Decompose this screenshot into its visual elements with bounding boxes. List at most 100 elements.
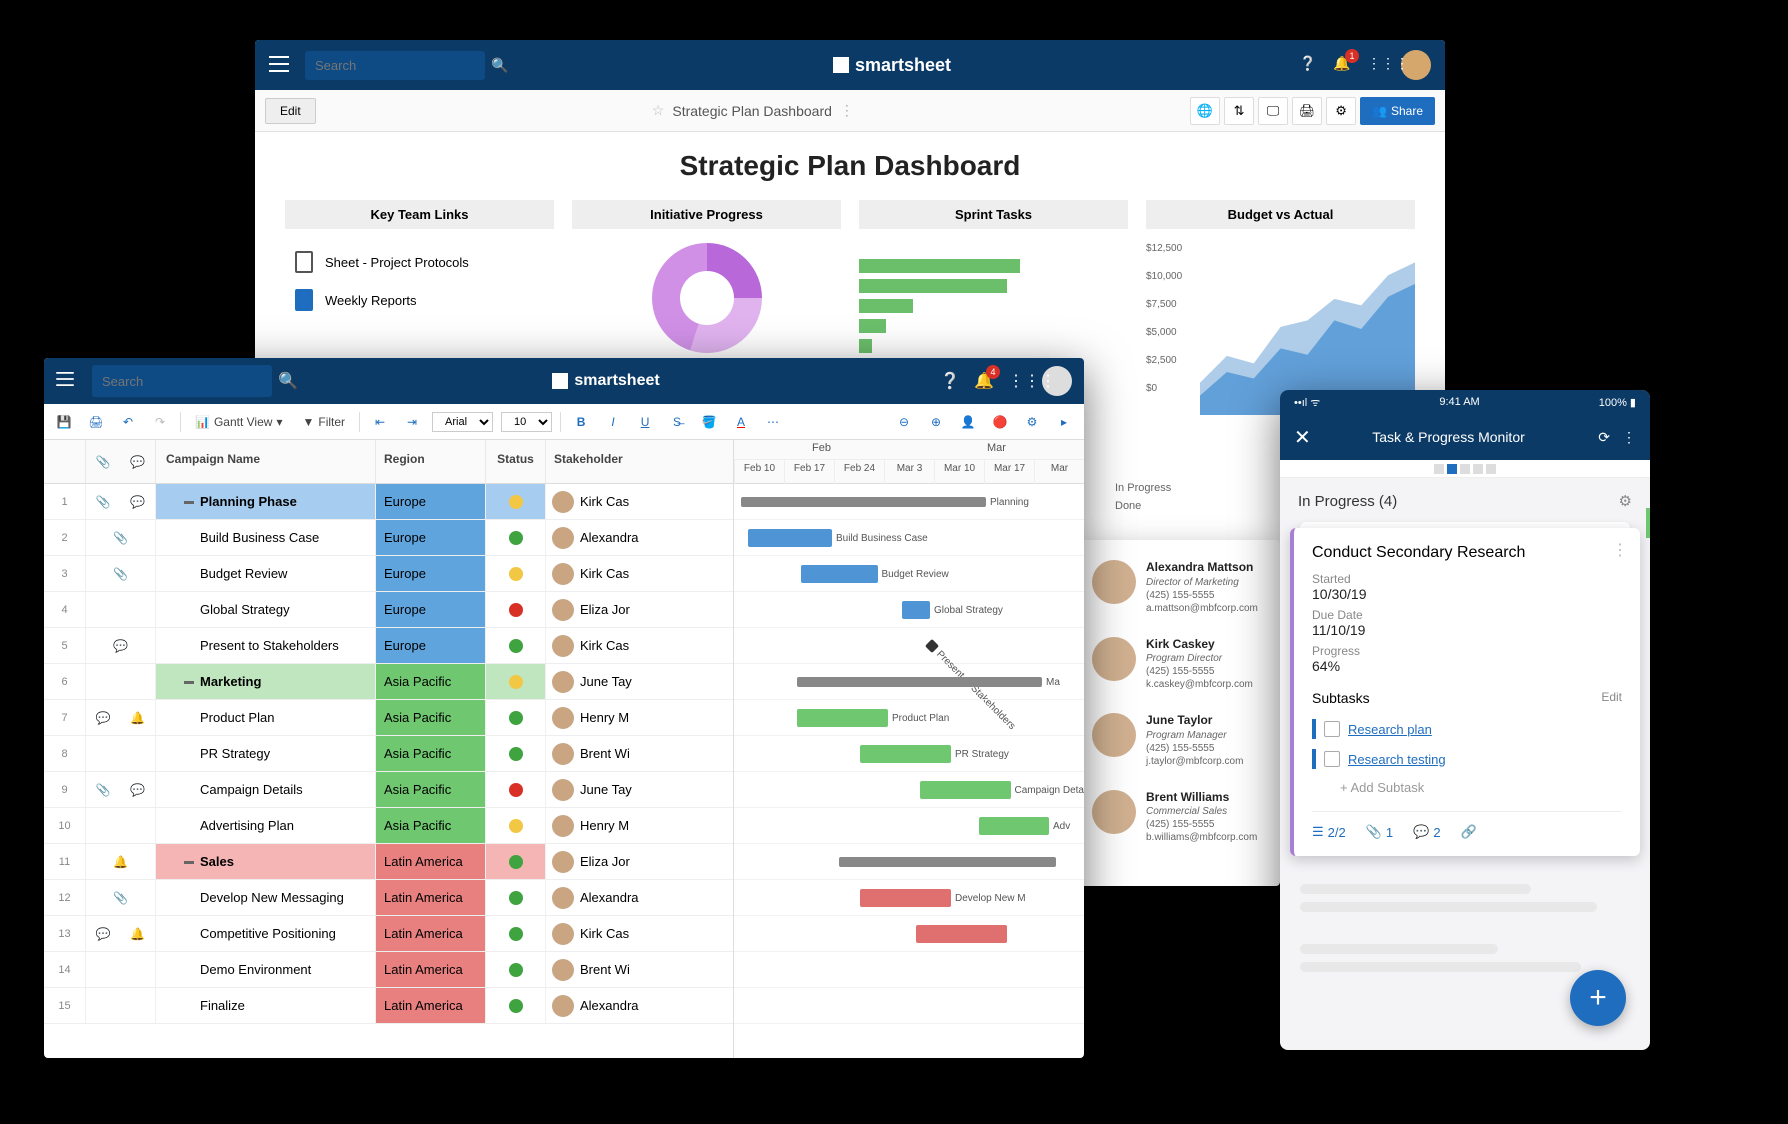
subtask-row[interactable]: Research plan [1312, 714, 1622, 744]
cell-status[interactable] [486, 556, 546, 591]
column-campaign-name[interactable]: Campaign Name [156, 440, 376, 483]
gantt-bar[interactable]: Planning [741, 497, 986, 507]
gantt-row[interactable]: Product Plan [734, 700, 1084, 736]
cell-status[interactable] [486, 592, 546, 627]
cell-status[interactable] [486, 880, 546, 915]
chat-icon[interactable]: 💬 [113, 639, 128, 653]
comment-column-icon[interactable]: 💬 [130, 455, 145, 469]
collapse-icon[interactable]: ▬ [184, 496, 194, 507]
gantt-row[interactable]: Ma [734, 664, 1084, 700]
cell-status[interactable] [486, 772, 546, 807]
fill-color-icon[interactable]: 🪣 [697, 410, 721, 434]
cell-region[interactable]: Latin America [376, 880, 486, 915]
search-input[interactable] [315, 58, 491, 73]
table-row[interactable]: 14Demo EnvironmentLatin AmericaBrent Wi [44, 952, 733, 988]
more-format-icon[interactable]: ⋯ [761, 410, 785, 434]
cell-campaign-name[interactable]: Global Strategy [156, 592, 376, 627]
apps-icon[interactable]: ⋮⋮⋮ [1367, 55, 1387, 75]
table-row[interactable]: 13💬🔔Competitive PositioningLatin America… [44, 916, 733, 952]
gantt-bar[interactable]: Product Plan [797, 709, 888, 727]
cell-region[interactable]: Latin America [376, 916, 486, 951]
gear-icon[interactable]: ⚙ [1020, 410, 1044, 434]
underline-icon[interactable]: U [633, 410, 657, 434]
filter-button[interactable]: ▼ Filter [296, 412, 351, 432]
cell-status[interactable] [486, 988, 546, 1023]
italic-icon[interactable]: I [601, 410, 625, 434]
cell-campaign-name[interactable]: ▬Marketing [156, 664, 376, 699]
cell-stakeholder[interactable]: Eliza Jor [546, 844, 726, 879]
cell-status[interactable] [486, 664, 546, 699]
cell-campaign-name[interactable]: ▬Planning Phase [156, 484, 376, 519]
cell-status[interactable] [486, 952, 546, 987]
font-select[interactable]: Arial [432, 412, 493, 432]
gantt-bar[interactable] [916, 925, 1007, 943]
cell-campaign-name[interactable]: Competitive Positioning [156, 916, 376, 951]
gantt-bar[interactable]: Develop New M [860, 889, 951, 907]
cell-region[interactable]: Asia Pacific [376, 736, 486, 771]
gantt-row[interactable]: Adv [734, 808, 1084, 844]
bell-icon[interactable]: 🔔 [113, 855, 128, 869]
star-icon[interactable]: ☆ [652, 102, 665, 119]
apps-icon[interactable]: ⋮⋮⋮ [1008, 371, 1028, 391]
notification-icon[interactable]: 🔔4 [974, 371, 994, 391]
gantt-bar[interactable]: Ma [797, 677, 1042, 687]
help-icon[interactable]: ❔ [940, 371, 960, 391]
mobile-view-tabs[interactable] [1280, 460, 1650, 478]
cell-status[interactable] [486, 520, 546, 555]
chat-icon[interactable]: 💬 [96, 927, 111, 941]
subtasks-edit-button[interactable]: Edit [1601, 690, 1622, 706]
search-input[interactable] [102, 374, 278, 389]
bell-icon[interactable]: 🔔 [130, 927, 145, 941]
cell-status[interactable] [486, 844, 546, 879]
gear-icon[interactable]: ⚙ [1619, 492, 1632, 510]
gantt-bar[interactable] [839, 857, 1056, 867]
outdent-icon[interactable]: ⇤ [368, 410, 392, 434]
checkbox[interactable] [1324, 721, 1340, 737]
table-row[interactable]: 11🔔▬SalesLatin AmericaEliza Jor [44, 844, 733, 880]
table-row[interactable]: 2📎Build Business CaseEuropeAlexandra [44, 520, 733, 556]
gantt-row[interactable]: Planning [734, 484, 1084, 520]
column-status[interactable]: Status [486, 440, 546, 483]
assignees-icon[interactable]: 👤 [956, 410, 980, 434]
gantt-row[interactable] [734, 916, 1084, 952]
chat-icon[interactable]: 💬 [130, 783, 145, 797]
undo-icon[interactable]: ↶ [116, 410, 140, 434]
search-box[interactable]: 🔍 [305, 51, 485, 80]
comment-count[interactable]: 💬2 [1413, 824, 1440, 840]
toolbar-present-icon[interactable]: 🖵 [1258, 97, 1288, 125]
strike-icon[interactable]: S̶ [665, 410, 689, 434]
cell-stakeholder[interactable]: Brent Wi [546, 736, 726, 771]
clip-icon[interactable]: 📎 [113, 567, 128, 581]
checkbox[interactable] [1324, 751, 1340, 767]
clip-icon[interactable]: 📎 [113, 891, 128, 905]
gantt-row[interactable]: Global Strategy [734, 592, 1084, 628]
more-icon[interactable]: ⋮ [1622, 429, 1636, 446]
cell-campaign-name[interactable]: Finalize [156, 988, 376, 1023]
cell-region[interactable]: Latin America [376, 988, 486, 1023]
bold-icon[interactable]: B [569, 410, 593, 434]
attachment-column-icon[interactable]: 📎 [96, 455, 111, 469]
zoom-out-icon[interactable]: ⊖ [892, 410, 916, 434]
print-icon[interactable]: 🖨 [84, 410, 108, 434]
gantt-bar[interactable]: PR Strategy [860, 745, 951, 763]
indent-icon[interactable]: ⇥ [400, 410, 424, 434]
redo-icon[interactable]: ↷ [148, 410, 172, 434]
cell-region[interactable]: Asia Pacific [376, 664, 486, 699]
font-size-select[interactable]: 10 [501, 412, 552, 432]
cell-region[interactable]: Latin America [376, 844, 486, 879]
refresh-icon[interactable]: ⟳ [1598, 429, 1610, 446]
cell-stakeholder[interactable]: Kirk Cas [546, 916, 726, 951]
cell-stakeholder[interactable]: Alexandra [546, 880, 726, 915]
chat-icon[interactable]: 💬 [130, 495, 145, 509]
share-button[interactable]: 👥Share [1360, 97, 1435, 125]
cell-stakeholder[interactable]: Kirk Cas [546, 556, 726, 591]
table-row[interactable]: 15FinalizeLatin AmericaAlexandra [44, 988, 733, 1024]
cell-region[interactable]: Europe [376, 592, 486, 627]
cell-region[interactable]: Europe [376, 484, 486, 519]
cell-campaign-name[interactable]: Campaign Details [156, 772, 376, 807]
cell-campaign-name[interactable]: ▬Sales [156, 844, 376, 879]
cell-region[interactable]: Asia Pacific [376, 808, 486, 843]
person-row[interactable]: June TaylorProgram Manager(425) 155-5555… [1092, 713, 1268, 768]
section-header[interactable]: In Progress (4) ⚙ [1280, 478, 1650, 524]
toolbar-settings-icon[interactable]: ⚙ [1326, 97, 1356, 125]
